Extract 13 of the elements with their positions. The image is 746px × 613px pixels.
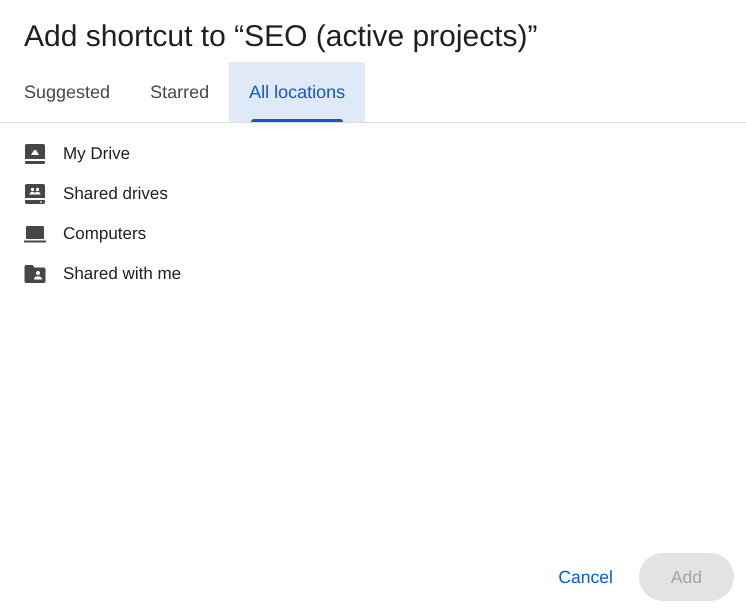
shared-drive-icon bbox=[24, 183, 46, 205]
dialog-title: Add shortcut to “SEO (active projects)” bbox=[23, 19, 539, 55]
location-item[interactable]: Shared drives bbox=[63, 184, 168, 204]
location-item[interactable]: My Drive bbox=[63, 144, 130, 164]
location-item[interactable]: Computers bbox=[63, 224, 146, 244]
location-item[interactable]: Shared with me bbox=[63, 264, 182, 284]
laptop-icon bbox=[24, 223, 46, 245]
tab[interactable]: All locations bbox=[229, 62, 366, 122]
cancel-button[interactable]: Cancel bbox=[542, 553, 629, 601]
tab[interactable]: Suggested bbox=[4, 62, 130, 122]
tab[interactable]: Starred bbox=[130, 62, 230, 122]
drive-icon bbox=[24, 143, 46, 165]
shared-folder-icon bbox=[24, 263, 46, 285]
